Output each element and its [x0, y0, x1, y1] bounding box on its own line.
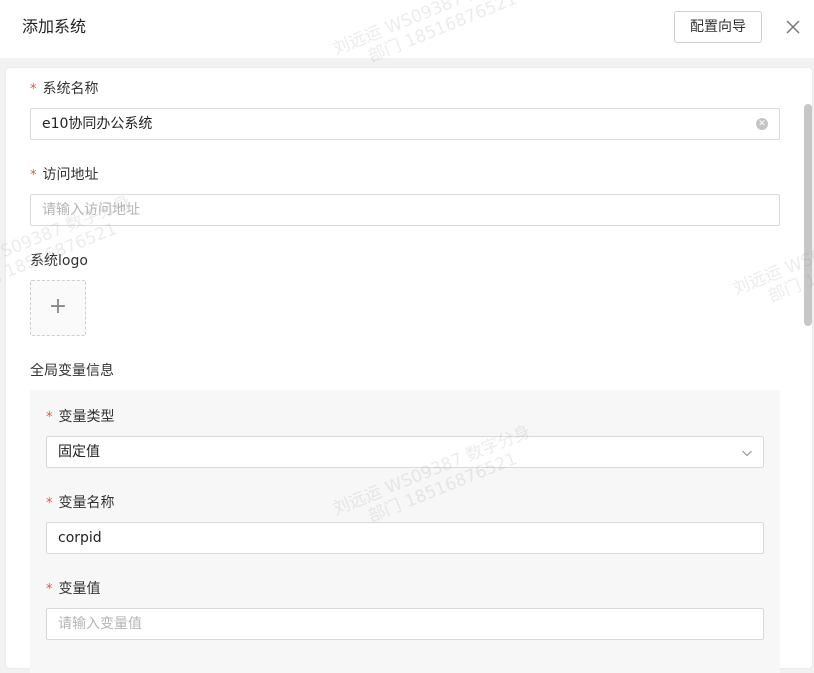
system-name-label: * 系统名称	[30, 80, 99, 99]
system-logo-label: 系统logo	[30, 253, 88, 269]
access-url-label: * 访问地址	[30, 166, 99, 185]
var-type-select[interactable]: 固定值	[46, 436, 764, 468]
scrollbar[interactable]	[804, 104, 812, 326]
var-name-label-text: 变量名称	[58, 495, 115, 511]
access-url-label-text: 访问地址	[42, 167, 99, 183]
var-value-input[interactable]: 请输入变量值	[46, 608, 764, 640]
access-url-input[interactable]: 请输入访问地址	[30, 194, 780, 226]
required-mark: *	[30, 168, 37, 183]
var-type-label: * 变量类型	[46, 408, 115, 427]
var-name-label: * 变量名称	[46, 494, 115, 513]
dialog-header: 添加系统 配置向导	[0, 0, 814, 58]
var-name-value: corpid	[58, 530, 102, 546]
required-mark: *	[30, 82, 37, 97]
close-icon[interactable]	[782, 16, 804, 38]
var-type-label-text: 变量类型	[58, 409, 115, 425]
chevron-down-icon	[742, 450, 752, 457]
logo-upload-button[interactable]: +	[30, 280, 86, 336]
system-name-label-text: 系统名称	[42, 81, 99, 97]
system-name-input[interactable]: e10协同办公系统 ✕	[30, 108, 780, 140]
var-name-input[interactable]: corpid	[46, 522, 764, 554]
clear-icon[interactable]: ✕	[756, 118, 768, 130]
var-value-placeholder: 请输入变量值	[58, 616, 142, 632]
required-mark: *	[46, 496, 53, 511]
var-value-label: * 变量值	[46, 580, 101, 599]
var-value-label-text: 变量值	[58, 581, 101, 597]
access-url-placeholder: 请输入访问地址	[42, 202, 140, 218]
dialog-title: 添加系统	[22, 17, 87, 36]
required-mark: *	[46, 410, 53, 425]
config-wizard-button[interactable]: 配置向导	[674, 11, 762, 43]
var-type-value: 固定值	[58, 444, 100, 460]
plus-icon: +	[48, 294, 68, 319]
global-vars-label: 全局变量信息	[30, 363, 114, 379]
system-name-value: e10协同办公系统	[42, 116, 153, 132]
required-mark: *	[46, 582, 53, 597]
